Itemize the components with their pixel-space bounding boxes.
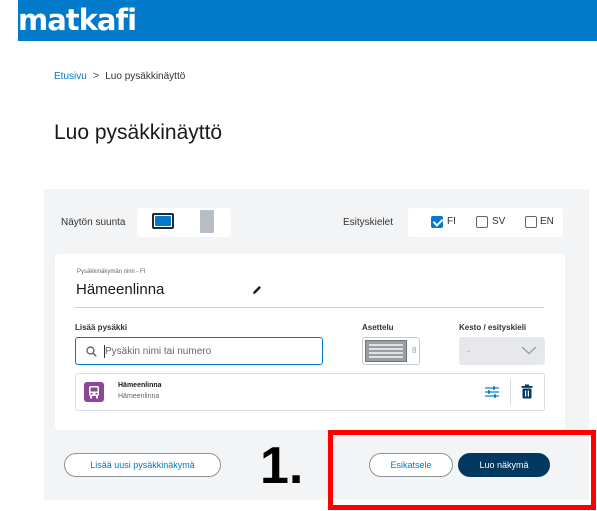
checkbox-sv-label: SV	[492, 216, 506, 227]
step-number-annotation: 1.	[260, 437, 304, 495]
layout-selector[interactable]: 8	[362, 337, 420, 365]
highlight-frame	[328, 430, 596, 510]
top-bar: matkafi	[18, 0, 597, 41]
layout-row-count: 8	[412, 346, 417, 355]
settings-sliders-icon[interactable]	[485, 386, 499, 398]
languages-label: Esityskielet	[343, 217, 394, 228]
duration-value: -	[467, 346, 470, 356]
checkbox-en[interactable]	[525, 216, 537, 228]
layout-rows-icon	[365, 340, 407, 362]
stop-name: Hämeenlinna	[118, 382, 162, 389]
orientation-label: Näytön suunta	[61, 217, 126, 228]
chevron-right-icon: >	[92, 70, 100, 82]
chevron-down-icon	[521, 346, 537, 355]
stop-actions-divider	[510, 379, 511, 405]
view-name-value: Hämeenlinna	[76, 281, 165, 298]
pencil-icon[interactable]	[251, 284, 263, 296]
view-name-underline	[75, 307, 544, 308]
checkbox-fi-label: FI	[447, 216, 456, 227]
bus-stop-icon	[84, 382, 104, 402]
vertical-orientation-button[interactable]	[200, 210, 214, 233]
breadcrumb-home-link[interactable]: Etusivu	[54, 71, 87, 82]
page-title: Luo pysäkkinäyttö	[54, 121, 223, 144]
stop-search-input[interactable]: Pysäkin nimi tai numero	[75, 337, 323, 365]
stop-city: Hämeenlinna	[118, 393, 160, 400]
trash-icon[interactable]	[521, 384, 533, 399]
search-icon	[86, 346, 97, 357]
breadcrumb-current: Luo pysäkkinäyttö	[105, 71, 186, 82]
horizontal-orientation-button[interactable]	[152, 213, 174, 229]
breadcrumb: Etusivu > Luo pysäkkinäyttö	[54, 69, 185, 84]
stop-search-placeholder: Pysäkin nimi tai numero	[103, 345, 212, 358]
stop-list-item: Hämeenlinna Hämeenlinna	[75, 373, 545, 411]
duration-select[interactable]: -	[459, 337, 545, 365]
checkbox-en-label: EN	[540, 216, 554, 227]
view-name-label: Pysäkkinäkymän nimi - FI	[77, 269, 146, 275]
duration-label: Kesto / esityskieli	[459, 323, 527, 332]
checkbox-fi[interactable]	[431, 216, 443, 228]
layout-label: Asettelu	[362, 323, 394, 332]
matkafi-logo[interactable]: matkafi	[18, 2, 137, 38]
checkbox-sv[interactable]	[476, 216, 488, 228]
add-new-view-button[interactable]: Lisää uusi pysäkkinäkymä	[64, 453, 221, 477]
add-stop-label: Lisää pysäkki	[75, 323, 128, 332]
